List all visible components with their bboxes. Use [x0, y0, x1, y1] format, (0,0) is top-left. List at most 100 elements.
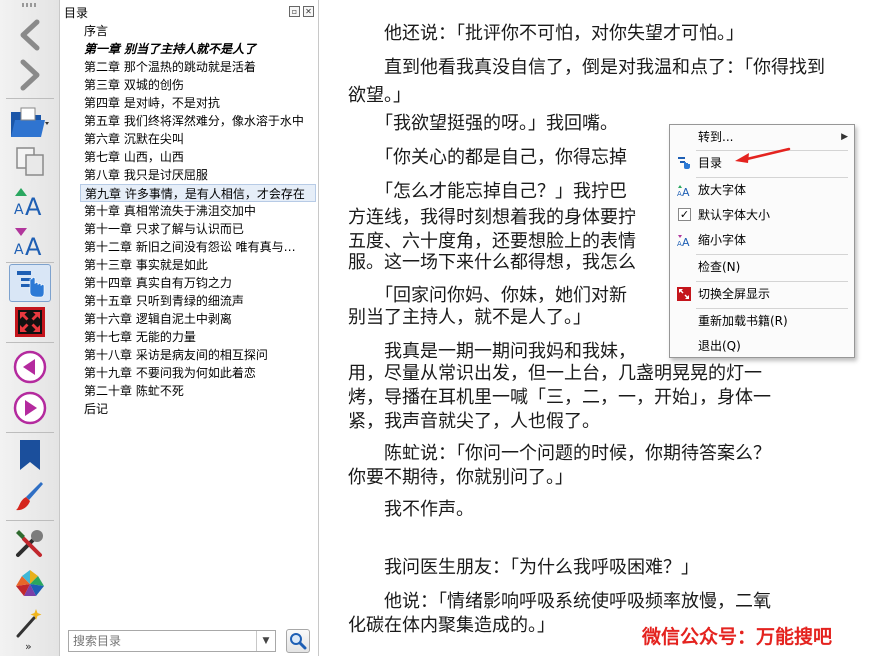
toc-item[interactable]: 第十九章 不要问我为何如此着恋 — [80, 364, 316, 382]
toc-item[interactable]: 第四章 是对峙，不是对抗 — [80, 94, 316, 112]
svg-text:A: A — [25, 233, 42, 257]
previous-page-button[interactable] — [9, 348, 51, 386]
toolbar-divider — [6, 342, 54, 343]
toc-item[interactable]: 第十一章 只求了解与认识而已 — [80, 220, 316, 238]
chevron-down-icon[interactable]: ▼ — [256, 631, 275, 651]
menu-item-label: 切换全屏显示 — [698, 287, 771, 301]
menu-item-label: 放大字体 — [698, 183, 747, 197]
undock-icon[interactable]: ▫ — [289, 6, 300, 17]
toc-item[interactable]: 序言 — [80, 22, 316, 40]
toolbar-grip[interactable] — [22, 3, 38, 7]
bookmark-icon — [20, 440, 40, 470]
toc-toggle-icon — [17, 271, 45, 298]
paint-brush-icon — [16, 482, 43, 511]
plugins-button[interactable] — [9, 565, 51, 603]
toc-item[interactable]: 第一章 别当了主持人就不是人了 — [80, 40, 316, 58]
toc-item[interactable]: 第十八章 采访是病友间的相互探问 — [80, 346, 316, 364]
toc-item[interactable]: 第二章 那个温热的跳动就是活着 — [80, 58, 316, 76]
toc-item[interactable]: 第八章 我只是讨厌屈服 — [80, 166, 316, 184]
copy-button[interactable] — [9, 142, 51, 180]
toc-item[interactable]: 第十四章 真实自有万钧之力 — [80, 274, 316, 292]
decrease-font-button[interactable]: A A — [9, 222, 51, 260]
toc-item[interactable]: 第六章 沉默在尖叫 — [80, 130, 316, 148]
text-line: 直到他看我真没自信了，倒是对我温和点了：「你得找到欲望。」 — [348, 57, 825, 106]
menu-divider — [696, 308, 848, 309]
toc-item[interactable]: 第七章 山西，山西 — [80, 148, 316, 166]
bookmark-button[interactable] — [9, 436, 51, 474]
svg-text:A: A — [14, 242, 24, 257]
increase-font-button[interactable]: A A — [9, 182, 51, 220]
menu-item-label: 重新加载书籍(R) — [698, 314, 788, 328]
menu-item-inspect[interactable]: 检查(N) — [672, 256, 852, 278]
toc-search-input[interactable] — [68, 630, 276, 652]
toc-item[interactable]: 第十五章 只听到青绿的细流声 — [80, 292, 316, 310]
checkbox-checked-icon: ✓ — [678, 208, 691, 221]
menu-item-label: 退出(Q) — [698, 339, 741, 353]
decrease-font-icon: A A — [14, 228, 42, 257]
search-icon — [290, 633, 307, 650]
toolbar-divider — [6, 262, 54, 263]
annotation-arrow-icon — [735, 147, 791, 163]
open-book-button[interactable] — [9, 104, 51, 142]
next-page-button[interactable] — [9, 389, 51, 427]
toc-item[interactable]: 第十章 真相常流失于沸沮交加中 — [80, 202, 316, 220]
left-toolbar: A A A A » — [0, 0, 60, 656]
close-icon[interactable]: ✕ — [303, 6, 314, 17]
magic-wand-icon — [16, 609, 42, 638]
toc-toggle-button[interactable] — [9, 264, 51, 302]
increase-font-icon: A A — [677, 185, 690, 197]
toc-item[interactable]: 第二十章 陈虻不死 — [80, 382, 316, 400]
preferences-button[interactable] — [9, 524, 51, 562]
magic-wand-button[interactable] — [9, 603, 51, 641]
tools-icon — [16, 530, 43, 557]
toc-item[interactable]: 第五章 我们终将浑然难分，像水溶于水中 — [80, 112, 316, 130]
text-line: 紧，我声音就尖了，人也假了。 — [348, 411, 600, 432]
fullscreen-icon — [677, 287, 691, 301]
next-page-icon — [13, 391, 47, 425]
forward-button[interactable] — [9, 56, 51, 94]
toolbar-divider — [6, 98, 54, 99]
svg-text:A: A — [682, 186, 690, 197]
text-line: 你要不期待，你就别问了。」 — [348, 467, 573, 488]
menu-item-zoom-in[interactable]: A A 放大字体 — [672, 179, 852, 201]
toc-panel: 目录 ▫ ✕ 序言 第一章 别当了主持人就不是人了 第二章 那个温热的跳动就是活… — [60, 0, 319, 656]
toolbar-overflow-icon[interactable]: » — [25, 640, 32, 653]
text-line: 我不作声。 — [348, 499, 474, 520]
submenu-arrow-icon: ▶ — [841, 132, 848, 142]
fullscreen-button[interactable] — [9, 303, 51, 341]
toc-search-button[interactable] — [286, 629, 310, 653]
menu-divider — [696, 254, 848, 255]
menu-item-reload[interactable]: 重新加载书籍(R) — [672, 310, 852, 332]
toc-item[interactable]: 第十七章 无能的力量 — [80, 328, 316, 346]
menu-divider — [696, 281, 848, 282]
menu-item-label: 默认字体大小 — [698, 208, 771, 222]
back-arrow-icon — [20, 19, 40, 51]
theme-button[interactable] — [9, 478, 51, 516]
toc-search-bar: ▼ — [68, 629, 336, 653]
forward-arrow-icon — [20, 59, 40, 91]
toc-item[interactable]: 第十二章 新旧之间没有怨讼 唯有真与… — [80, 238, 316, 256]
toc-item-selected[interactable]: 第九章 许多事情，是有人相信，才会存在 — [80, 184, 316, 202]
toc-item[interactable]: 第十三章 事实就是如此 — [80, 256, 316, 274]
color-wheel-icon — [16, 570, 44, 596]
menu-item-label: 缩小字体 — [698, 233, 747, 247]
toc-header: 目录 ▫ ✕ — [60, 0, 319, 22]
toc-icon — [678, 157, 690, 169]
copy-icon — [16, 147, 44, 176]
menu-item-label: 目录 — [698, 156, 723, 170]
toc-item[interactable]: 后记 — [80, 400, 316, 418]
menu-item-quit[interactable]: 退出(Q) — [672, 335, 852, 357]
increase-font-icon: A A — [14, 188, 42, 217]
menu-item-goto[interactable]: 转到... ▶ — [672, 126, 852, 148]
menu-item-fullscreen[interactable]: 切换全屏显示 — [672, 283, 852, 305]
menu-item-default-font[interactable]: ✓ 默认字体大小 — [672, 204, 852, 226]
toolbar-divider — [6, 432, 54, 433]
menu-item-zoom-out[interactable]: A A 缩小字体 — [672, 229, 852, 251]
toc-item[interactable]: 第十六章 逻辑自泥土中剥离 — [80, 310, 316, 328]
toc-item[interactable]: 第三章 双城的创伤 — [80, 76, 316, 94]
back-button[interactable] — [9, 16, 51, 54]
toolbar-divider — [6, 520, 54, 521]
open-book-icon — [11, 107, 49, 137]
watermark-text: 微信公众号：万能搜吧 — [642, 626, 833, 648]
fullscreen-icon — [15, 307, 45, 337]
